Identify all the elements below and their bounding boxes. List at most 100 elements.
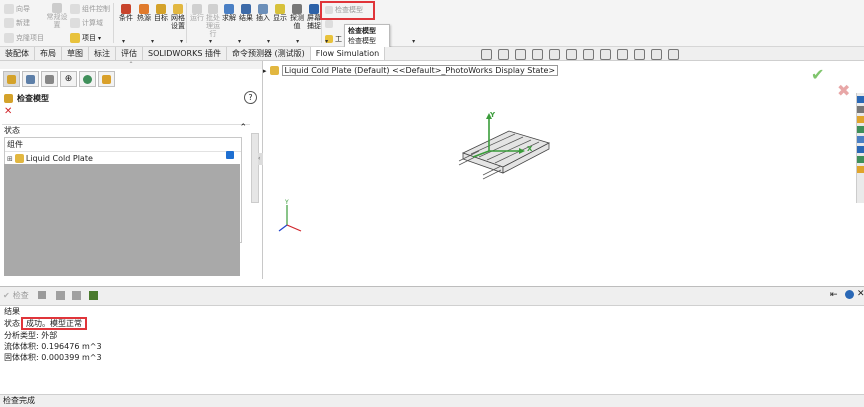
- property-manager-icon: [26, 74, 35, 84]
- hide-show-icon[interactable]: [600, 49, 611, 60]
- stop-icon[interactable]: [38, 291, 46, 299]
- tab-evaluate[interactable]: 评估: [116, 47, 143, 60]
- property-manager-tab[interactable]: [22, 71, 39, 87]
- feature-tree-tab[interactable]: [3, 71, 20, 87]
- ok-check-icon[interactable]: ✔: [811, 65, 824, 84]
- component-name: Liquid Cold Plate: [25, 154, 93, 163]
- solve-icon: [224, 4, 234, 14]
- tab-flow-simulation[interactable]: Flow Simulation: [310, 47, 386, 60]
- component-list-header: 组件: [5, 138, 241, 152]
- check-button[interactable]: ✔ 检查: [3, 290, 29, 301]
- clone-icon: [4, 33, 14, 43]
- flow-analysis-tab[interactable]: [98, 71, 115, 87]
- check-model-icon: [325, 6, 333, 14]
- view-orientation-icon[interactable]: [566, 49, 577, 60]
- pin-icon[interactable]: ⇤: [830, 290, 838, 300]
- help-button[interactable]: ?: [244, 91, 257, 104]
- check-toolbar: ✔ 检查 ⇤ ✕: [0, 286, 864, 306]
- cold-plate-model[interactable]: [449, 113, 559, 183]
- feature-tree-icon: [7, 74, 16, 84]
- task-pane-icon[interactable]: [857, 156, 864, 163]
- probe-icon: [292, 4, 302, 14]
- general-settings-button[interactable]: 常规设置: [44, 3, 70, 29]
- results-header: 结果: [4, 307, 20, 316]
- close-icon[interactable]: ✕: [857, 289, 864, 299]
- panel-grip[interactable]: ⌃: [0, 61, 262, 69]
- save-icon[interactable]: [89, 291, 98, 300]
- tab-layout[interactable]: 布局: [35, 47, 62, 60]
- feature-tree-flyout[interactable]: ▸ Liquid Cold Plate (Default) <<Default>…: [263, 65, 559, 76]
- mesh-icon: [173, 4, 183, 14]
- ribbon-dropdown-arrows: ▾▾▾▾▾▾▾▾▾▾▾: [122, 38, 442, 45]
- dynamic-annotation-icon[interactable]: [549, 49, 560, 60]
- task-pane-icon[interactable]: [857, 116, 864, 123]
- view-settings-icon[interactable]: [651, 49, 662, 60]
- expand-icon[interactable]: ⊞: [7, 155, 13, 163]
- heat-source-icon: [139, 4, 149, 14]
- panel-scrollbar[interactable]: [251, 133, 259, 203]
- project-dropdown[interactable]: 项目 ▾: [70, 33, 101, 43]
- close-button[interactable]: ✕: [4, 106, 12, 117]
- monitor-icon[interactable]: [668, 49, 679, 60]
- tab-sketch[interactable]: 草图: [62, 47, 89, 60]
- panel-header: 检查模型: [4, 93, 49, 104]
- status-value: 成功。模型正常: [21, 317, 87, 330]
- collapse-icon[interactable]: [845, 290, 854, 299]
- task-pane-icon[interactable]: [857, 96, 864, 103]
- task-pane-icon[interactable]: [857, 166, 864, 173]
- run-icon: [192, 4, 202, 14]
- previous-view-icon[interactable]: [515, 49, 526, 60]
- component-control-button[interactable]: 组件控制: [70, 4, 110, 14]
- tab-assembly[interactable]: 装配体: [0, 47, 35, 60]
- options-icon[interactable]: [72, 291, 81, 300]
- solid-volume: 固体体积: 0.000399 m^3: [4, 353, 102, 362]
- task-pane-strip[interactable]: [856, 93, 864, 203]
- mesh-settings-button[interactable]: 网格设置: [168, 4, 188, 30]
- apply-scene-icon[interactable]: [634, 49, 645, 60]
- zoom-area-icon[interactable]: [498, 49, 509, 60]
- panel-tabs: ⊕: [0, 69, 262, 89]
- insert-icon: [258, 4, 268, 14]
- check-model-button[interactable]: 检查模型: [325, 5, 363, 15]
- tool-icon: [325, 20, 333, 28]
- tab-markup[interactable]: 标注: [89, 47, 116, 60]
- ribbon-divider: [113, 3, 114, 43]
- task-pane-icon[interactable]: [857, 146, 864, 153]
- graphics-area[interactable]: ▸ Liquid Cold Plate (Default) <<Default>…: [263, 49, 864, 279]
- component-checkbox[interactable]: [226, 151, 234, 159]
- condition-button[interactable]: 条件: [116, 4, 136, 22]
- task-pane-icon[interactable]: [857, 106, 864, 113]
- task-pane-icon[interactable]: [857, 136, 864, 143]
- crosshair-icon: ⊕: [64, 74, 73, 84]
- display-style-icon[interactable]: [583, 49, 594, 60]
- heads-up-toolbar: [481, 49, 679, 60]
- zoom-to-fit-icon[interactable]: [481, 49, 492, 60]
- wizard-icon: [4, 4, 14, 14]
- computational-domain-button[interactable]: 计算域: [70, 18, 103, 28]
- reference-triad: [278, 205, 302, 232]
- status-label: 状态: [4, 319, 20, 328]
- goal-icon: [156, 4, 166, 14]
- log-icon[interactable]: [56, 291, 65, 300]
- display-manager-icon: [83, 74, 92, 84]
- edit-appearance-icon[interactable]: [617, 49, 628, 60]
- expand-arrow-icon[interactable]: ▸: [263, 67, 267, 75]
- fluid-volume: 流体体积: 0.196476 m^3: [4, 342, 102, 351]
- tab-command-predictor[interactable]: 命令预测器 (测试版): [227, 47, 311, 60]
- batch-run-icon: [208, 4, 218, 14]
- tab-solidworks-addins[interactable]: SOLIDWORKS 插件: [143, 47, 227, 60]
- wizard-button[interactable]: 向导: [4, 4, 30, 14]
- clone-project-button[interactable]: 克隆项目: [4, 33, 44, 43]
- configuration-tab[interactable]: [41, 71, 58, 87]
- new-button[interactable]: 新建: [4, 18, 30, 28]
- tool-small-button[interactable]: [325, 20, 333, 28]
- cancel-x-icon[interactable]: ✖: [837, 81, 850, 100]
- configuration-icon: [45, 74, 54, 84]
- task-pane-icon[interactable]: [857, 126, 864, 133]
- section-view-icon[interactable]: [532, 49, 543, 60]
- dimxpert-tab[interactable]: ⊕: [60, 71, 77, 87]
- chevron-up-icon: ⌃: [239, 123, 247, 133]
- display-manager-tab[interactable]: [79, 71, 96, 87]
- status-section-header[interactable]: 状态 ⌃: [2, 123, 250, 135]
- project-icon: [70, 33, 80, 43]
